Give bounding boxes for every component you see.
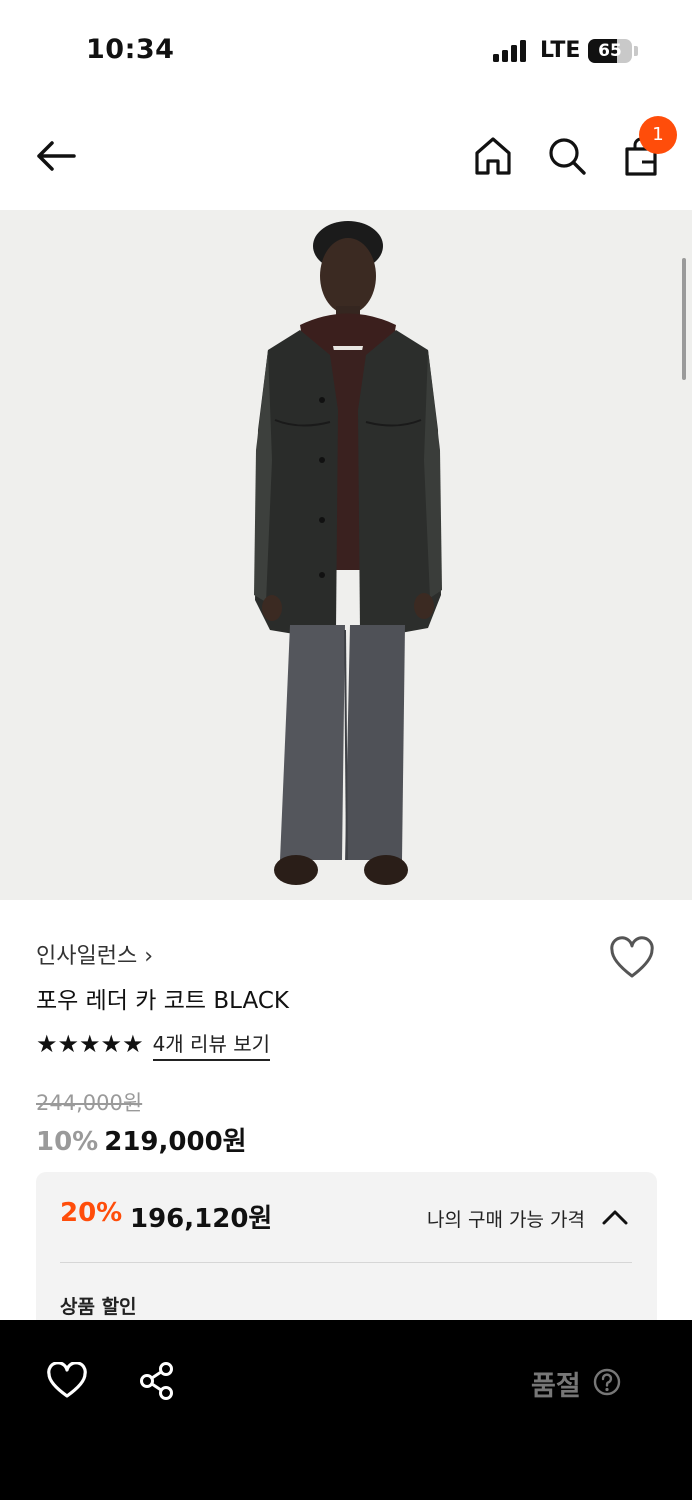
home-button[interactable] bbox=[472, 134, 514, 178]
product-image[interactable] bbox=[0, 210, 692, 900]
battery-icon: 65 bbox=[588, 39, 632, 63]
status-bar: 10:34 LTE 65 bbox=[0, 0, 692, 100]
share-icon bbox=[140, 1362, 173, 1400]
share-button[interactable] bbox=[138, 1361, 176, 1401]
soldout-status: 품절 bbox=[531, 1371, 581, 1402]
chevron-up-icon bbox=[602, 1210, 628, 1225]
benefit-toggle-label[interactable]: 나의 구매 가능 가격 bbox=[427, 1205, 585, 1232]
question-icon bbox=[593, 1368, 621, 1396]
benefit-discount-rate: 20% bbox=[60, 1198, 123, 1228]
network-type: LTE bbox=[540, 38, 581, 63]
product-name: 포우 레더 카 코트 BLACK bbox=[36, 988, 289, 1014]
benefit-price: 196,120원 bbox=[130, 1204, 273, 1234]
search-button[interactable] bbox=[546, 134, 588, 178]
signal-icon bbox=[493, 40, 529, 62]
review-link[interactable]: 4개 리뷰 보기 bbox=[152, 1028, 271, 1061]
bottom-action-bar: 품절 bbox=[0, 1320, 692, 1500]
arrow-left-icon bbox=[37, 141, 76, 171]
rating-row: ★★★★★ 4개 리뷰 보기 bbox=[36, 1028, 271, 1061]
help-button[interactable] bbox=[593, 1368, 621, 1396]
home-icon bbox=[475, 137, 511, 175]
price-row: 10% 219,000원 bbox=[36, 1121, 247, 1158]
search-icon bbox=[549, 138, 586, 175]
benefit-section-title: 상품 할인 bbox=[60, 1296, 137, 1318]
bottom-wishlist-button[interactable] bbox=[46, 1361, 88, 1400]
top-nav: 1 bbox=[0, 100, 692, 210]
collapse-button[interactable] bbox=[600, 1206, 630, 1228]
sale-price: 219,000원 bbox=[104, 1127, 247, 1157]
battery-level: 65 bbox=[598, 41, 622, 61]
status-time: 10:34 bbox=[86, 34, 175, 65]
discount-rate: 10% bbox=[36, 1127, 99, 1157]
back-button[interactable] bbox=[34, 138, 78, 174]
heart-icon bbox=[47, 1361, 87, 1398]
original-price: 244,000원 bbox=[36, 1091, 143, 1115]
scroll-indicator[interactable] bbox=[682, 258, 686, 380]
heart-icon bbox=[610, 936, 654, 978]
rating-stars: ★★★★★ bbox=[36, 1030, 144, 1058]
cart-count-badge: 1 bbox=[639, 116, 677, 154]
divider bbox=[60, 1262, 632, 1263]
wishlist-button[interactable] bbox=[608, 936, 656, 980]
brand-link[interactable]: 인사일런스 › bbox=[36, 938, 153, 970]
battery-nub bbox=[634, 46, 638, 56]
model-photo bbox=[254, 221, 442, 885]
